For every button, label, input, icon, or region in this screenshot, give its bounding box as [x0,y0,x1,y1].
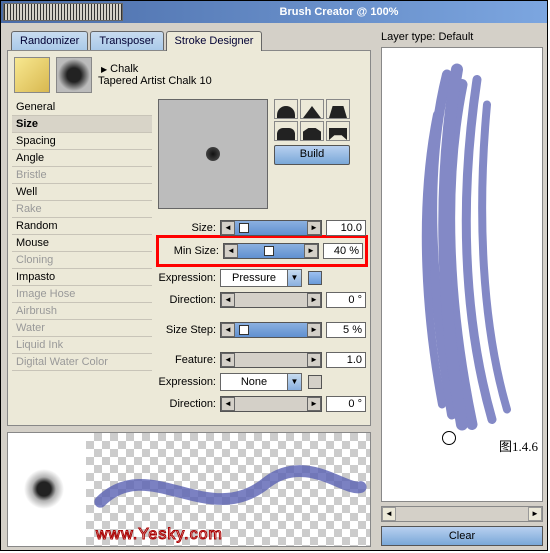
cat-impasto[interactable]: Impasto [12,269,152,286]
dab-shape-1[interactable] [274,99,298,119]
cat-digital-water[interactable]: Digital Water Color [12,354,152,371]
tab-transposer[interactable]: Transposer [90,31,163,51]
cat-cloning[interactable]: Cloning [12,252,152,269]
dab-shape-grid: Build [274,99,352,165]
size-label: Size: [158,222,220,234]
cat-water[interactable]: Water [12,320,152,337]
dab-sample [8,433,86,546]
cat-well[interactable]: Well [12,184,152,201]
cat-size[interactable]: Size [12,116,152,133]
cat-random[interactable]: Random [12,218,152,235]
feature-value: 1.0 [326,352,366,368]
minsize-label: Min Size: [161,245,223,257]
feature-label: Feature: [158,354,220,366]
figure-label: 图1.4.6 [499,436,538,455]
expression2-label: Expression: [158,376,220,388]
scroll-left-icon[interactable]: ◄ [382,507,396,521]
minsize-slider[interactable]: ◄► [223,243,319,259]
dab-shape-2[interactable] [300,99,324,119]
stroke-preview: www.Yesky.com [7,432,371,547]
slider-right-icon[interactable]: ► [304,244,318,258]
cat-rake[interactable]: Rake [12,201,152,218]
slider-right-icon[interactable]: ► [307,221,321,235]
dab-shape-4[interactable] [274,121,298,141]
cat-general[interactable]: General [12,99,152,116]
cat-airbrush[interactable]: Airbrush [12,303,152,320]
expression2-value: None [221,374,287,390]
canvas-preview[interactable]: 图1.4.6 [381,47,543,502]
dab-dot [206,147,220,161]
expression1-combo[interactable]: Pressure▼ [220,269,302,287]
chevron-down-icon[interactable]: ▼ [287,270,301,286]
slider-right-icon: ► [307,293,321,307]
sizestep-label: Size Step: [158,324,220,336]
sizestep-slider[interactable]: ◄► [220,322,322,338]
tab-stroke-designer[interactable]: Stroke Designer [166,31,263,51]
stroke-sample: www.Yesky.com [86,433,370,546]
expression1-label: Expression: [158,272,220,284]
direction2-value: 0 ° [326,396,366,412]
tab-bar: Randomizer Transposer Stroke Designer [11,31,371,51]
feature-slider: ◄► [220,352,322,368]
brush-variant-label: Tapered Artist Chalk 10 [98,75,212,87]
titlebar[interactable]: Brush Creator @ 100% [1,1,547,23]
slider-left-icon[interactable]: ◄ [221,221,235,235]
watermark-text: www.Yesky.com [96,526,223,544]
size-value[interactable]: 10.0 [326,220,366,236]
slider-left-icon: ◄ [221,353,235,367]
tab-randomizer[interactable]: Randomizer [11,31,88,51]
ruler-grip[interactable] [3,3,123,21]
direction1-value: 0 ° [326,292,366,308]
expression2-combo[interactable]: None▼ [220,373,302,391]
expression2-invert-checkbox [308,375,322,389]
brush-creator-window: Brush Creator @ 100% Randomizer Transpos… [0,0,548,551]
layer-type-label: Layer type: Default [381,31,543,43]
minsize-highlight: Min Size: ◄► 40 % [156,235,368,267]
direction1-slider: ◄► [220,292,322,308]
dab-preview [158,99,268,209]
sizestep-value[interactable]: 5 % [326,322,366,338]
slider-right-icon: ► [307,353,321,367]
slider-left-icon: ◄ [221,397,235,411]
stroke-designer-panel: Chalk Tapered Artist Chalk 10 General Si… [7,50,371,426]
cat-image-hose[interactable]: Image Hose [12,286,152,303]
slider-right-icon: ► [307,397,321,411]
clear-button[interactable]: Clear [381,526,543,546]
cat-spacing[interactable]: Spacing [12,133,152,150]
brush-variant-icon[interactable] [56,57,92,93]
minsize-value[interactable]: 40 % [323,243,363,259]
expression1-value: Pressure [221,270,287,286]
scroll-right-icon[interactable]: ► [528,507,542,521]
slider-left-icon[interactable]: ◄ [224,244,238,258]
slider-left-icon: ◄ [221,293,235,307]
chevron-down-icon[interactable]: ▼ [287,374,301,390]
direction2-label: Direction: [158,398,220,410]
direction1-label: Direction: [158,294,220,306]
direction2-slider: ◄► [220,396,322,412]
preview-strokes [382,48,542,501]
cat-liquid-ink[interactable]: Liquid Ink [12,337,152,354]
dab-shape-3[interactable] [326,99,350,119]
preview-scrollbar[interactable]: ◄ ► [381,506,543,522]
category-list: General Size Spacing Angle Bristle Well … [12,99,152,415]
dab-shape-6[interactable] [326,121,350,141]
cat-angle[interactable]: Angle [12,150,152,167]
brush-category-icon[interactable] [14,57,50,93]
brush-category-label[interactable]: Chalk [98,63,212,75]
dab-shape-5[interactable] [300,121,324,141]
expression1-invert-checkbox[interactable] [308,271,322,285]
cat-bristle[interactable]: Bristle [12,167,152,184]
slider-left-icon[interactable]: ◄ [221,323,235,337]
size-slider[interactable]: ◄► [220,220,322,236]
window-title: Brush Creator @ 100% [131,6,547,18]
cat-mouse[interactable]: Mouse [12,235,152,252]
build-button[interactable]: Build [274,145,350,165]
slider-right-icon[interactable]: ► [307,323,321,337]
brush-cursor-icon [442,431,456,445]
